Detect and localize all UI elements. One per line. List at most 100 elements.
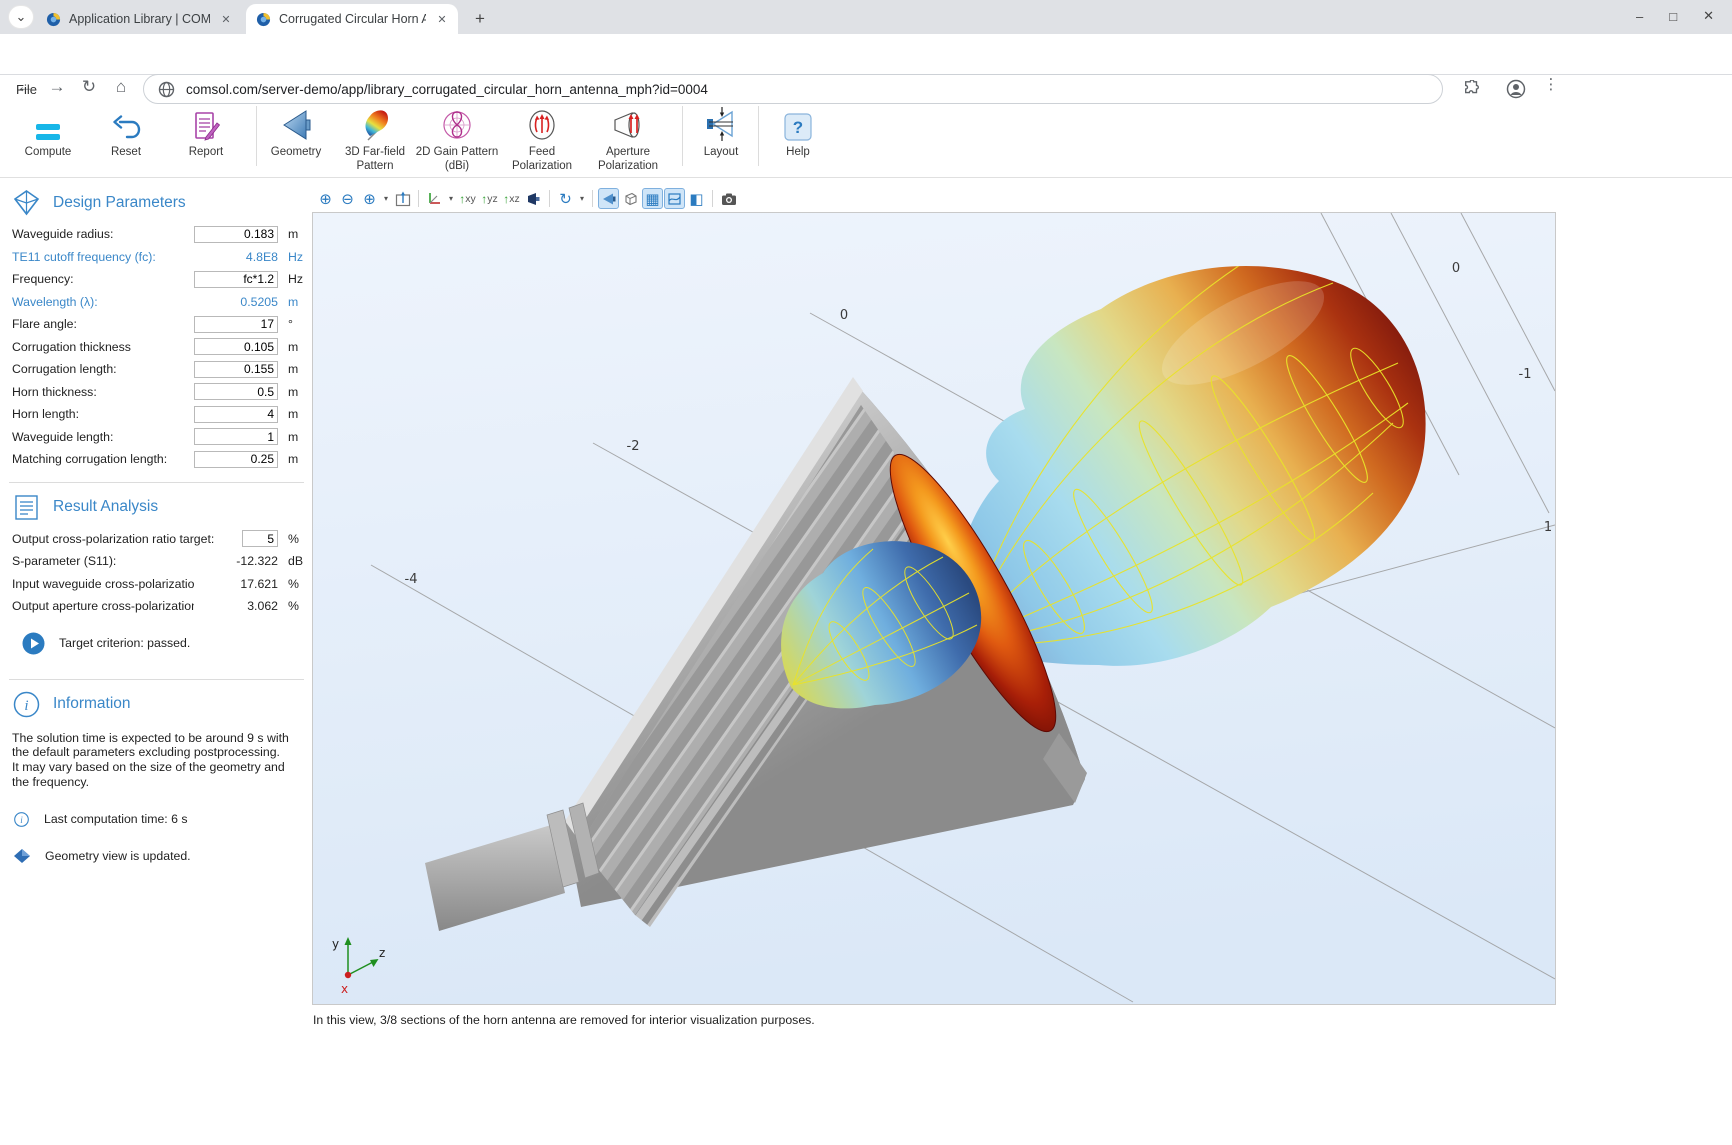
zoom-out-button[interactable]: ⊖ (337, 188, 358, 209)
compute-icon (33, 102, 63, 142)
frequency-input[interactable] (194, 271, 278, 288)
corrugation-thickness-input[interactable] (194, 338, 278, 355)
flare-angle-input[interactable] (194, 316, 278, 333)
param-label: Matching corrugation length: (12, 452, 194, 466)
geometry-status-text: Geometry view is updated. (45, 849, 191, 863)
browser-tab-active[interactable]: Corrugated Circular Horn Anten ✕ (246, 4, 458, 34)
aperture-polarization-icon (610, 102, 646, 142)
param-label: Corrugation length: (12, 362, 194, 376)
environment-button[interactable] (620, 188, 641, 209)
tab-close-icon[interactable]: ✕ (434, 11, 450, 27)
browser-tab-inactive[interactable]: Application Library | COMSOL S ✕ (36, 4, 242, 34)
tick-label: 0 (840, 308, 848, 323)
horn-thickness-input[interactable] (194, 383, 278, 400)
help-button[interactable]: ? Help (768, 102, 828, 160)
home-icon[interactable]: ⌂ (108, 77, 134, 97)
farfield-label: 3D Far-field Pattern (334, 146, 416, 174)
ribbon-separator (256, 106, 257, 166)
tab-search-icon[interactable]: ⌄ (8, 5, 34, 29)
zoom-box-caret-icon[interactable]: ▾ (381, 194, 391, 203)
view-xz-button[interactable]: ↑ xz (501, 188, 522, 209)
perspective-toggle[interactable] (664, 188, 685, 209)
window-maximize-button[interactable]: □ (1669, 9, 1677, 24)
zoom-box-button[interactable]: ⊕ (359, 188, 380, 209)
param-label: Corrugation thickness (12, 340, 194, 354)
result-unit: % (278, 532, 304, 546)
corrugation-length-input[interactable] (194, 361, 278, 378)
scene-light-button[interactable] (523, 188, 544, 209)
param-label: Flare angle: (12, 317, 194, 331)
rotate-view-button[interactable]: ↻ (555, 188, 576, 209)
param-label: Waveguide radius: (12, 227, 194, 241)
param-row: Matching corrugation length: m (0, 448, 304, 471)
waveguide-length-input[interactable] (194, 428, 278, 445)
compute-button[interactable]: Compute (10, 102, 86, 160)
new-tab-button[interactable]: + (468, 7, 492, 31)
tab-close-icon[interactable]: ✕ (218, 11, 234, 27)
reset-button[interactable]: Reset (88, 102, 164, 160)
result-row: Output cross-polarization ratio target: … (0, 528, 304, 551)
graphics-toolbar: ⊕ ⊖ ⊕ ▾ ▾ ↑ xy ↑ yz ↑ xz ↻ ▾ ▦ ◧ (315, 186, 739, 211)
information-icon: i (13, 691, 40, 718)
report-button[interactable]: Report (166, 102, 246, 160)
window-minimize-button[interactable]: – (1636, 9, 1643, 24)
input-crosspol-value: 17.621 (194, 577, 278, 591)
file-menu[interactable]: File (12, 80, 41, 99)
result-analysis-title: Result Analysis (53, 498, 158, 516)
target-criterion-text: Target criterion: passed. (59, 636, 190, 650)
view-yz-button[interactable]: ↑ yz (479, 188, 500, 209)
gain2d-button[interactable]: 2D Gain Pattern (dBi) (412, 102, 502, 174)
result-row: Output aperture cross-polarization ratio… (0, 595, 304, 618)
toolbar-separator (712, 190, 713, 207)
result-unit: % (278, 599, 304, 613)
param-label: Waveguide length: (12, 430, 194, 444)
settings-panel: Design Parameters Waveguide radius: m TE… (0, 178, 304, 1145)
result-analysis-icon (13, 494, 40, 521)
window-close-button[interactable]: ✕ (1703, 8, 1714, 24)
snapshot-button[interactable] (718, 188, 739, 209)
rotate-view-caret-icon[interactable]: ▾ (577, 194, 587, 203)
app-ribbon: Compute Reset Report Geometry 3D Far-fie… (0, 100, 1732, 177)
farfield-button[interactable]: 3D Far-field Pattern (334, 102, 416, 174)
view-xy-button[interactable]: ↑ xy (457, 188, 478, 209)
site-info-icon[interactable] (158, 81, 175, 98)
param-unit: m (278, 295, 304, 309)
param-unit: m (278, 407, 304, 421)
target-criterion-row: Target criterion: passed. (0, 618, 304, 655)
layout-button[interactable]: Layout (688, 102, 754, 160)
param-row: TE11 cutoff frequency (fc): 4.8E8 Hz (0, 246, 304, 269)
toolbar-separator (592, 190, 593, 207)
x-axis-label: x (341, 982, 348, 996)
browser-menu-icon[interactable]: ⋮ (1538, 75, 1564, 93)
scene-appearance-toggle[interactable] (598, 188, 619, 209)
forward-icon[interactable]: → (44, 77, 70, 97)
zoom-in-button[interactable]: ⊕ (315, 188, 336, 209)
result-label: S-parameter (S11): (12, 554, 194, 568)
reload-icon[interactable]: ↻ (76, 77, 102, 97)
crosspol-target-input[interactable] (242, 530, 278, 547)
view-xz-label: xz (509, 193, 520, 205)
feed-polarization-button[interactable]: Feed Polarization (500, 102, 584, 174)
profile-avatar-icon[interactable] (1502, 75, 1530, 103)
svg-text:i: i (20, 815, 23, 825)
horn-length-input[interactable] (194, 406, 278, 423)
matching-corrugation-length-input[interactable] (194, 451, 278, 468)
wavelength-value: 0.5205 (194, 295, 278, 309)
contrast-toggle[interactable]: ◧ (686, 188, 707, 209)
param-unit: m (278, 430, 304, 444)
result-unit: dB (278, 554, 304, 568)
default-view-caret-icon[interactable]: ▾ (446, 194, 456, 203)
view-caption: In this view, 3/8 sections of the horn a… (313, 1013, 815, 1027)
info-small-icon: i (14, 812, 29, 827)
geometry-button[interactable]: Geometry (260, 102, 332, 160)
extensions-icon[interactable] (1458, 75, 1486, 103)
param-row: Corrugation length: m (0, 358, 304, 381)
param-unit: m (278, 340, 304, 354)
grid-toggle[interactable]: ▦ (642, 188, 663, 209)
param-unit: m (278, 227, 304, 241)
graphics-canvas[interactable]: 0 -2 -4 0 -1 1 (312, 212, 1556, 1005)
waveguide-radius-input[interactable] (194, 226, 278, 243)
aperture-polarization-button[interactable]: Aperture Polarization (586, 102, 670, 174)
default-view-button[interactable] (424, 188, 445, 209)
zoom-extents-button[interactable] (392, 188, 413, 209)
